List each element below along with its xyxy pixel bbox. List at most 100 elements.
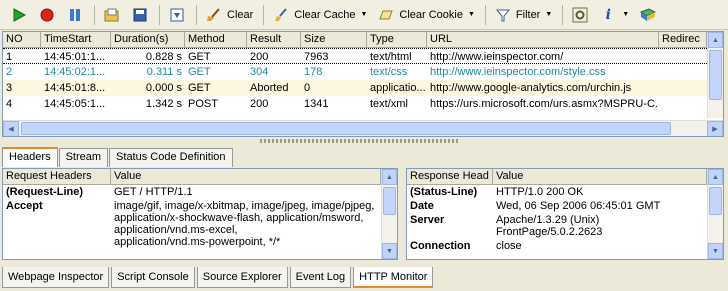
column-header-request-headers[interactable]: Request Headers — [3, 169, 111, 184]
scroll-left-icon[interactable]: ◀ — [3, 121, 19, 136]
open-button[interactable] — [99, 3, 125, 27]
clear-button[interactable]: Clear — [201, 3, 257, 27]
cell-size: 178 — [304, 66, 323, 78]
request-headers-header: Request Headers Value — [3, 169, 397, 185]
header-name: Date — [410, 200, 434, 212]
cell-url: https://urs.microsoft.com/urs.asmx?MSPRU… — [430, 98, 659, 110]
save-button[interactable] — [127, 3, 153, 27]
request-grid: NO TimeStart Duration(s) Method Result S… — [2, 31, 724, 137]
toolbar-separator — [263, 4, 265, 25]
tab-script-console[interactable]: Script Console — [111, 267, 195, 288]
grid-vertical-scrollbar[interactable]: ▲ — [707, 32, 723, 118]
tab-event-log[interactable]: Event Log — [289, 267, 352, 288]
header-value: close — [496, 240, 522, 252]
list-item[interactable]: (Request-Line) GET / HTTP/1.1 — [3, 185, 397, 199]
scroll-up-icon[interactable]: ▲ — [382, 169, 397, 185]
column-header-method[interactable]: Method — [185, 32, 247, 47]
toolbar-separator — [159, 4, 160, 25]
cell-result: Aborted — [250, 82, 289, 94]
column-header-redirect[interactable]: Redirec — [659, 32, 707, 47]
grid-horizontal-scrollbar[interactable]: ◀ ▶ — [3, 120, 723, 136]
cell-redirect — [659, 96, 707, 112]
cell-method: GET — [188, 82, 211, 94]
column-header-no[interactable]: NO — [3, 32, 41, 47]
splitter-handle[interactable] — [260, 139, 460, 143]
cell-method: GET — [188, 66, 211, 78]
broom-icon — [205, 6, 223, 24]
table-row[interactable]: 4 14:45:05:1... 1.342 s POST 200 1341 te… — [3, 96, 723, 112]
stop-button[interactable] — [34, 3, 60, 27]
scroll-thumb[interactable] — [383, 187, 396, 215]
cell-result: 304 — [250, 66, 269, 78]
options-button[interactable] — [567, 3, 593, 27]
list-item[interactable]: Server Apache/1.3.29 (Unix) FrontPage/5.… — [407, 213, 723, 239]
column-header-type[interactable]: Type — [367, 32, 427, 47]
panel-vertical-scrollbar[interactable]: ▲ ▼ — [381, 169, 397, 259]
table-row[interactable]: 1 14:45:01:1... 0.828 s GET 200 7963 tex… — [3, 48, 723, 64]
filter-button[interactable]: Filter ▼ — [490, 3, 556, 27]
cell-method: GET — [188, 51, 211, 63]
tab-stream[interactable]: Stream — [58, 148, 109, 167]
panel-vertical-scrollbar[interactable]: ▲ ▼ — [707, 169, 723, 259]
chevron-down-icon[interactable]: ▼ — [622, 11, 629, 18]
cell-no: 2 — [6, 66, 13, 78]
scroll-up-icon[interactable]: ▲ — [708, 169, 723, 185]
cell-no: 1 — [6, 51, 13, 63]
pause-button[interactable] — [62, 3, 88, 27]
clear-cache-button[interactable]: Clear Cache ▼ — [268, 3, 371, 27]
table-row[interactable]: 2 14:45:02:1... 0.311 s GET 304 178 text… — [3, 64, 723, 80]
request-headers-panel: Request Headers Value (Request-Line) GET… — [2, 168, 398, 260]
list-item[interactable]: Connection close — [407, 239, 723, 253]
cell-type: text/css — [370, 66, 408, 78]
about-button[interactable]: i ▼ — [595, 3, 633, 27]
cell-duration: 1.342 s — [145, 98, 182, 110]
chevron-down-icon[interactable]: ▼ — [545, 11, 552, 18]
list-item[interactable]: Date Wed, 06 Sep 2006 06:45:01 GMT — [407, 199, 723, 213]
column-header-response-headers[interactable]: Response Head — [407, 169, 493, 184]
filter-label: Filter — [515, 8, 541, 21]
header-value: image/gif, image/x-xbitmap, image/jpeg, … — [114, 200, 375, 248]
scroll-up-icon[interactable]: ▲ — [708, 32, 723, 48]
list-item[interactable]: (Status-Line) HTTP/1.0 200 OK — [407, 185, 723, 199]
table-row[interactable]: 3 14:45:01:8... 0.000 s GET Aborted 0 ap… — [3, 80, 723, 96]
column-header-duration[interactable]: Duration(s) — [111, 32, 185, 47]
header-value: Apache/1.3.29 (Unix) FrontPage/5.0.2.262… — [496, 214, 603, 238]
cell-timestart: 14:45:02:1... — [44, 66, 106, 78]
tab-headers[interactable]: Headers — [2, 147, 58, 167]
tab-http-monitor[interactable]: HTTP Monitor — [353, 267, 434, 288]
cell-timestart: 14:45:05:1... — [44, 98, 106, 110]
scroll-down-icon[interactable]: ▼ — [382, 243, 397, 259]
column-header-value[interactable]: Value — [111, 169, 381, 184]
toolbar: Clear Clear Cache ▼ Clear Cookie ▼ Filte… — [0, 0, 728, 30]
tab-status-code-definition[interactable]: Status Code Definition — [109, 148, 233, 167]
tab-webpage-inspector[interactable]: Webpage Inspector — [2, 267, 110, 288]
start-button[interactable] — [6, 3, 32, 27]
list-item[interactable]: Accept image/gif, image/x-xbitmap, image… — [3, 199, 397, 249]
column-header-url[interactable]: URL — [427, 32, 659, 47]
scroll-down-icon[interactable]: ▼ — [708, 243, 723, 259]
column-header-value[interactable]: Value — [493, 169, 707, 184]
cell-type: applicatio... — [370, 82, 426, 94]
cell-timestart: 14:45:01:1... — [44, 51, 106, 63]
column-header-result[interactable]: Result — [247, 32, 301, 47]
chevron-down-icon[interactable]: ▼ — [468, 11, 475, 18]
eraser-icon — [377, 6, 395, 24]
help-button[interactable] — [635, 3, 661, 27]
cell-no: 4 — [6, 98, 13, 110]
scroll-thumb[interactable] — [21, 122, 671, 135]
scroll-track[interactable] — [19, 121, 707, 136]
tab-source-explorer[interactable]: Source Explorer — [196, 267, 288, 288]
cell-result: 200 — [250, 51, 269, 63]
scroll-thumb[interactable] — [709, 50, 722, 100]
column-header-timestart[interactable]: TimeStart — [41, 32, 111, 47]
toolbar-separator — [484, 4, 486, 25]
cell-url: http://www.ieinspector.com/ — [430, 51, 564, 63]
clear-cookie-button[interactable]: Clear Cookie ▼ — [373, 3, 479, 27]
chevron-down-icon[interactable]: ▼ — [360, 11, 367, 18]
download-button[interactable] — [164, 3, 190, 27]
scroll-right-icon[interactable]: ▶ — [707, 121, 723, 136]
column-header-size[interactable]: Size — [301, 32, 367, 47]
stop-icon — [38, 6, 56, 24]
scroll-thumb[interactable] — [709, 187, 722, 215]
response-headers-header: Response Head Value — [407, 169, 723, 185]
